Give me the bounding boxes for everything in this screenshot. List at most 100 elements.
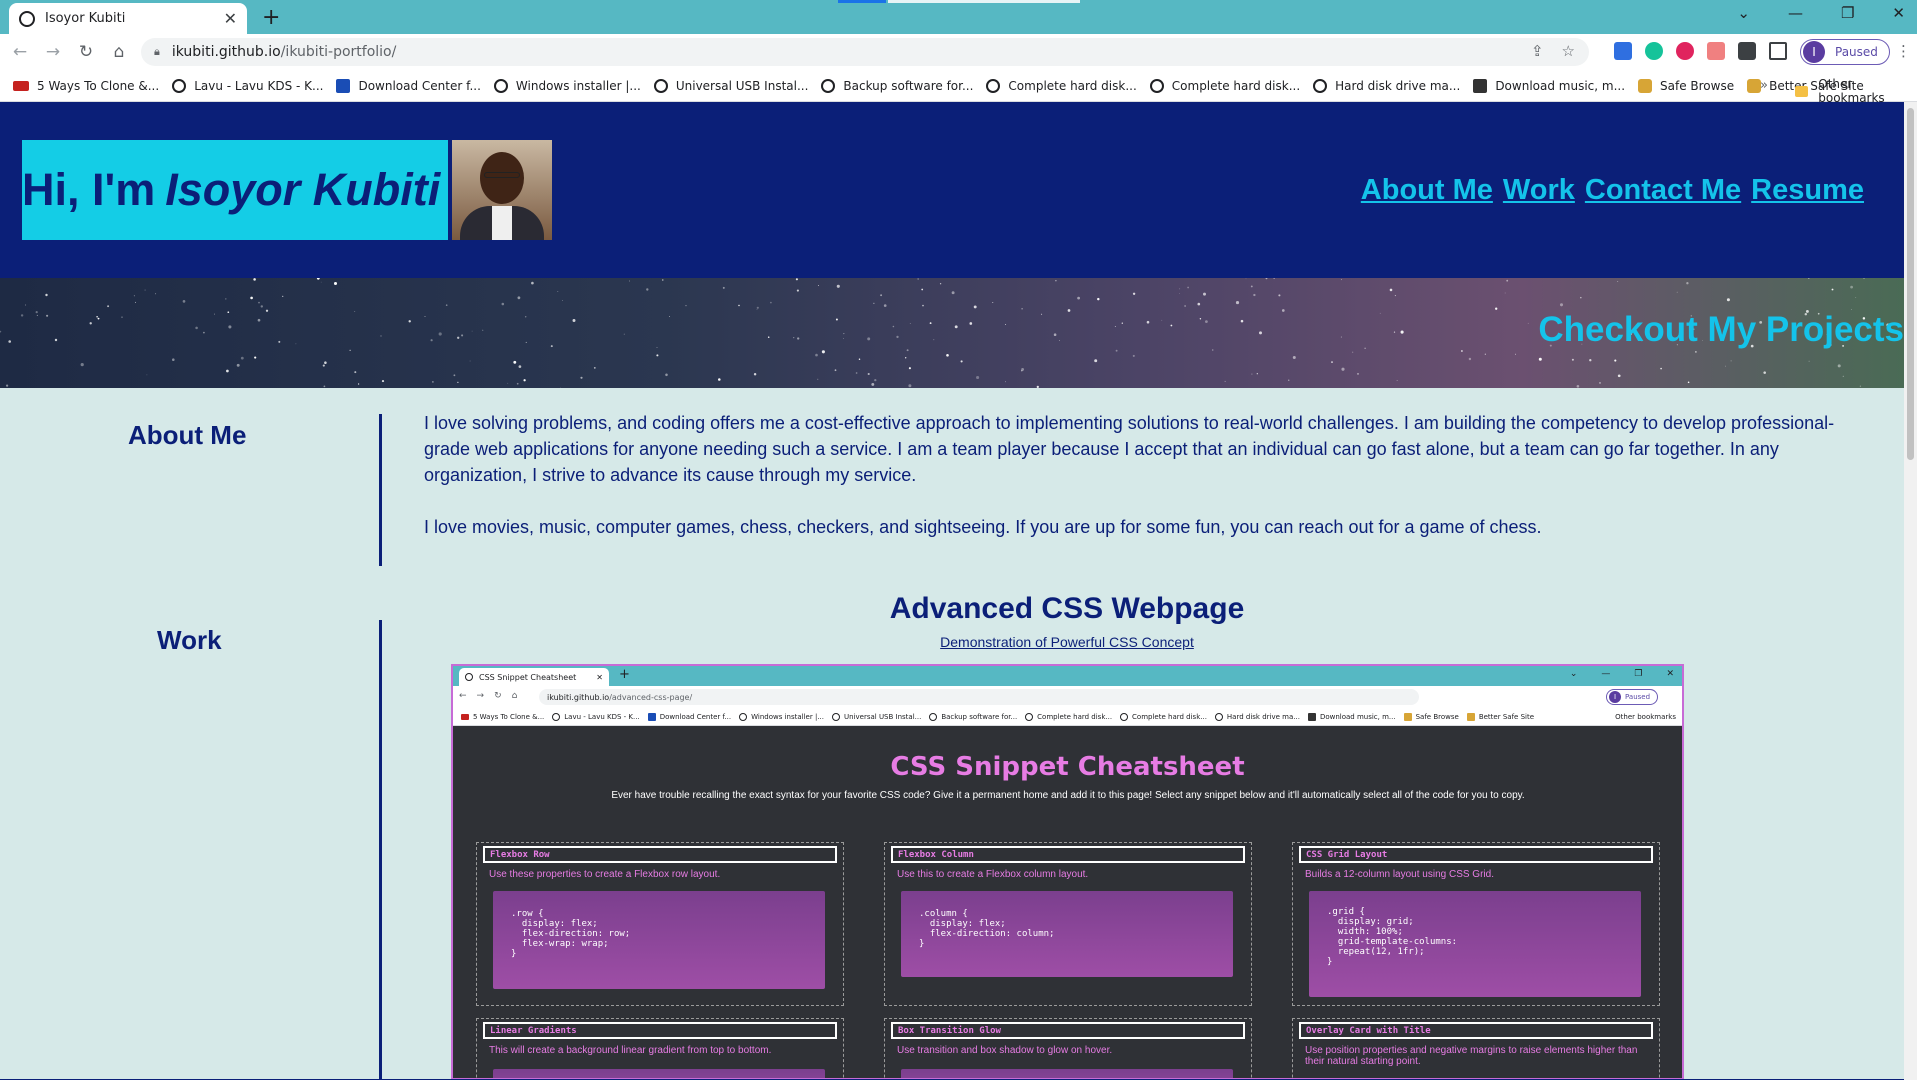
reload-icon[interactable]: ↻ [73, 42, 99, 62]
bookmark-item[interactable]: Complete hard disk... [986, 78, 1137, 93]
globe-icon [653, 78, 668, 93]
snippet-description: This will create a background linear gra… [489, 1045, 772, 1056]
tab-title: Isoyor Kubiti [45, 11, 126, 26]
menu-dots-icon[interactable]: ⋮ [1896, 42, 1911, 60]
forward-icon: → [476, 691, 485, 701]
bookmark-item: Complete hard disk... [1120, 712, 1207, 721]
extension-red-icon[interactable] [1676, 42, 1694, 60]
bookmark-star-icon[interactable]: ☆ [1562, 42, 1575, 60]
plus-icon: + [619, 667, 630, 682]
snippet-card: Flexbox Column Use this to create a Flex… [884, 842, 1252, 1006]
nav-work[interactable]: Work [1503, 174, 1575, 207]
globe-icon [986, 78, 1001, 93]
avatar: I [1609, 691, 1621, 703]
url-host: ikubiti.github.io [171, 44, 281, 60]
share-icon[interactable]: ⇪ [1531, 42, 1544, 60]
bookmark-item[interactable]: 5 Ways To Clone &... [13, 79, 159, 93]
extension-shield-icon[interactable] [1614, 42, 1632, 60]
screenshot-toolbar: ← → ↻ ⌂ ikubiti.github.io/advanced-css-p… [453, 686, 1682, 708]
snippet-title: CSS Grid Layout [1299, 846, 1653, 863]
tab-search-icon[interactable]: ⌄ [1737, 4, 1750, 22]
forward-icon[interactable]: → [40, 42, 66, 62]
globe-icon [552, 712, 561, 721]
grammarly-icon[interactable] [1645, 42, 1663, 60]
bookmark-label: Backup software for... [941, 712, 1018, 721]
close-icon: ✕ [1666, 669, 1674, 679]
snippet-code: .row { display: flex; flex-direction: ro… [493, 891, 825, 989]
scrollbar-thumb[interactable] [1907, 108, 1914, 460]
about-paragraph-2: I love movies, music, computer games, ch… [424, 517, 1542, 537]
screenshot-bookmarks-bar: 5 Ways To Clone &... Lavu - Lavu KDS - K.… [453, 708, 1682, 726]
bookmark-item[interactable]: Backup software for... [821, 78, 973, 93]
extension-pink-icon[interactable] [1707, 42, 1725, 60]
gold-favicon-icon [1747, 78, 1762, 93]
close-tab-icon[interactable]: ✕ [224, 9, 237, 28]
bookmark-label: Universal USB Instal... [844, 712, 922, 721]
bookmark-item[interactable]: Universal USB Instal... [653, 78, 808, 93]
puzzle-extensions-icon[interactable] [1738, 42, 1756, 60]
screenshot-nav-icons: ← → ↻ ⌂ [459, 691, 517, 701]
other-bookmarks[interactable]: Other bookmarks [1795, 77, 1917, 105]
browser-tab[interactable]: Isoyor Kubiti ✕ [9, 3, 247, 34]
snippet-description: Use transition and box shadow to glow on… [897, 1045, 1113, 1056]
avatar: I [1803, 41, 1825, 63]
home-icon[interactable]: ⌂ [106, 42, 132, 62]
close-window-button[interactable]: ✕ [1892, 4, 1905, 22]
about-paragraph-1: I love solving problems, and coding offe… [424, 413, 1835, 485]
screenshot-tabstrip: CSS Snippet Cheatsheet ✕ + ⌄ — ❐ ✕ [453, 666, 1682, 686]
bookmark-item: Lavu - Lavu KDS - K... [552, 712, 640, 721]
hero-banner: Checkout My Projects [0, 278, 1904, 388]
project-screenshot[interactable]: CSS Snippet Cheatsheet ✕ + ⌄ — ❐ ✕ ← → ↻… [451, 664, 1684, 1080]
profile-button[interactable]: I Paused [1800, 39, 1890, 65]
other-bookmarks-label: Other bookmarks [1818, 77, 1885, 105]
snippet-description: Builds a 12-column layout using CSS Grid… [1305, 869, 1494, 880]
bookmark-item[interactable]: Lavu - Lavu KDS - K... [172, 78, 323, 93]
new-tab-button[interactable]: + [262, 5, 280, 30]
profile-photo [452, 140, 552, 240]
blue-favicon-icon [647, 712, 656, 721]
nav-contact-me[interactable]: Contact Me [1585, 174, 1741, 207]
bookmarks-more-icon[interactable]: » [1760, 78, 1768, 93]
bookmark-item[interactable]: Download Center f... [336, 78, 481, 93]
url-path: /ikubiti-portfolio/ [280, 44, 397, 60]
nav-about-me[interactable]: About Me [1361, 174, 1493, 207]
globe-icon [1025, 712, 1034, 721]
nav-resume[interactable]: Resume [1751, 174, 1864, 207]
bookmark-item: Download music, m... [1307, 712, 1396, 721]
bookmark-item[interactable]: Windows installer |... [493, 78, 641, 93]
work-divider [379, 620, 382, 1080]
omnibox-actions: ⇪ ☆ [1531, 42, 1575, 60]
bookmark-item[interactable]: Complete hard disk... [1149, 78, 1300, 93]
lock-icon[interactable]: 🔒︎ [154, 45, 160, 59]
globe-icon [1120, 712, 1129, 721]
bookmark-item: Backup software for... [929, 712, 1018, 721]
bookmark-label: Complete hard disk... [1037, 712, 1113, 721]
bookmark-label: Download Center f... [358, 78, 481, 93]
page-scrollbar[interactable] [1904, 102, 1917, 1080]
bookmarks-bar: 5 Ways To Clone &... Lavu - Lavu KDS - K.… [0, 70, 1917, 105]
bookmark-item: 5 Ways To Clone &... [461, 713, 544, 721]
page-viewport: Hi, I'm Isoyor Kubiti About Me Work Cont… [0, 102, 1904, 1080]
bookmark-label: Safe Browse [1660, 78, 1735, 93]
restore-button[interactable]: ❐ [1841, 4, 1854, 22]
bookmark-label: Windows installer |... [515, 78, 641, 93]
bookmark-label: Hard disk drive ma... [1335, 78, 1461, 93]
red-favicon-icon [13, 80, 29, 91]
back-icon[interactable]: ← [7, 42, 33, 62]
reload-icon: ↻ [494, 691, 502, 701]
screenshot-profile-status: Paused [1625, 693, 1651, 701]
side-panel-icon[interactable] [1769, 42, 1787, 60]
address-bar[interactable]: 🔒︎ ikubiti.github.io/ikubiti-portfolio/ … [141, 38, 1589, 66]
snippet-card: CSS Grid Layout Builds a 12-column layou… [1292, 842, 1660, 1006]
globe-icon [929, 712, 938, 721]
bookmark-item[interactable]: Safe Browse [1638, 78, 1735, 93]
minimize-button[interactable]: — [1788, 4, 1803, 22]
bookmark-item[interactable]: Download music, m... [1473, 78, 1625, 93]
project-link[interactable]: Demonstration of Powerful CSS Concept [0, 634, 1904, 650]
snippet-title: Flexbox Column [891, 846, 1245, 863]
globe-icon [465, 673, 473, 681]
bookmark-label: Safe Browse [1415, 712, 1459, 721]
snippet-card: Box Transition Glow Use transition and b… [884, 1018, 1252, 1078]
bookmark-label: Complete hard disk... [1132, 712, 1207, 721]
bookmark-item[interactable]: Hard disk drive ma... [1313, 78, 1461, 93]
